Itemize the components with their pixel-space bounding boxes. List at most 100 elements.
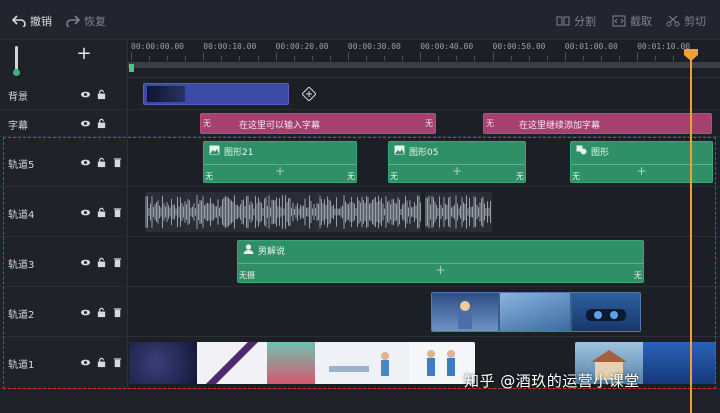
clip-edge-label: 无 [425, 119, 433, 128]
ruler-tick [311, 56, 313, 61]
ruler-tick [239, 56, 241, 61]
eye-icon[interactable] [80, 157, 91, 168]
ruler-tick [167, 56, 169, 61]
video-thumbnail [572, 293, 640, 331]
ruler-tick [474, 56, 476, 61]
cut-button[interactable]: 剪切 [666, 12, 706, 30]
playhead-handle-icon[interactable] [683, 48, 699, 62]
trash-icon[interactable] [112, 157, 123, 168]
playhead-line[interactable] [690, 50, 692, 413]
ruler-tick [149, 56, 151, 61]
ruler-tick [221, 56, 223, 61]
lock-icon[interactable] [96, 118, 107, 129]
shape-clip[interactable]: 图形05 + 无 无 [388, 141, 526, 183]
shapes-icon [576, 145, 587, 155]
ruler-tick-label: 00:00:50.00 [492, 42, 546, 51]
ruler-tick-label: 00:00:10.00 [203, 42, 257, 51]
crop-label: 截取 [630, 15, 652, 28]
lock-icon[interactable] [96, 89, 107, 100]
track-label-2: 轨道2 [0, 287, 128, 336]
lock-icon[interactable] [96, 157, 107, 168]
trash-icon[interactable] [112, 257, 123, 268]
ruler-tick [365, 56, 367, 61]
eye-icon[interactable] [80, 257, 91, 268]
split-button[interactable]: 分割 [556, 12, 596, 30]
ruler-tick [347, 52, 349, 61]
lock-icon[interactable] [96, 357, 107, 368]
ruler-track[interactable] [128, 62, 720, 68]
video-thumbnail [500, 293, 570, 331]
ruler-tick [384, 56, 386, 61]
eye-icon[interactable] [80, 207, 91, 218]
ruler-tick [420, 52, 422, 61]
ruler-tick [546, 56, 548, 61]
add-icon[interactable]: + [452, 165, 462, 177]
lock-icon[interactable] [96, 207, 107, 218]
ruler-tick-label: 00:01:00.00 [564, 42, 618, 51]
track-row-subtitle: 字幕 无 在这里可以输入字幕 无 无 在这里继续添加字幕 [0, 110, 720, 137]
clip-edge-label: 无 [203, 119, 211, 128]
start-marker[interactable] [129, 64, 134, 72]
add-icon[interactable]: + [435, 264, 445, 276]
ruler-tick-label: 00:00:20.00 [275, 42, 329, 51]
crop-button[interactable]: 截取 [612, 12, 652, 30]
trash-icon[interactable] [112, 207, 123, 218]
undo-button[interactable]: 撤销 [12, 12, 52, 30]
subtitle-text: 在这里继续添加字幕 [519, 121, 601, 131]
lock-icon[interactable] [96, 257, 107, 268]
redo-label: 恢复 [84, 15, 106, 28]
redo-icon [66, 15, 80, 27]
ruler-tick [528, 56, 530, 61]
add-icon[interactable]: + [636, 165, 646, 177]
eye-icon[interactable] [80, 307, 91, 318]
timeline-ruler[interactable]: 00:00:00.00 00:00:10.00 00:00:20.00 00:00:3… [128, 40, 720, 78]
narrator-clip[interactable]: 男解说 + 无摄 无 [237, 240, 644, 283]
subtitle-clip[interactable]: 无 在这里可以输入字幕 无 [200, 113, 436, 134]
audio-clip[interactable] [145, 192, 421, 232]
person-thumbnail [458, 301, 472, 329]
crop-icon [612, 15, 626, 27]
undo-label: 撤销 [30, 15, 52, 28]
cut-label: 剪切 [684, 15, 706, 28]
video-clip[interactable] [129, 342, 475, 384]
ruler-tick [438, 56, 440, 61]
video-thumbnail [432, 293, 498, 331]
add-track-button[interactable]: + [76, 45, 92, 63]
add-icon[interactable]: + [275, 165, 285, 177]
track-row-5: 轨道5 图形21 + 无 无 图形05 + 无 无 图形 + 无 [0, 137, 720, 187]
background-clip[interactable] [143, 83, 289, 105]
eye-icon[interactable] [80, 118, 91, 129]
ruler-tick [203, 52, 205, 61]
trash-icon[interactable] [112, 357, 123, 368]
ruler-tick [456, 56, 458, 61]
redo-button[interactable]: 恢复 [66, 12, 106, 30]
split-icon [556, 16, 570, 26]
ruler-tick [582, 56, 584, 61]
subtitle-clip[interactable]: 无 在这里继续添加字幕 [483, 113, 712, 134]
track-label-1: 轨道1 [0, 337, 128, 388]
video-thumbnail [643, 342, 716, 384]
zoom-slider-handle[interactable] [13, 69, 20, 76]
clip-edge-label: 无 [516, 172, 524, 181]
track-name: 轨道5 [8, 160, 35, 171]
scissors-icon [666, 15, 680, 27]
clip-title: 男解说 [258, 247, 286, 257]
shape-clip[interactable]: 图形21 + 无 无 [203, 141, 357, 183]
video-clip[interactable] [431, 292, 641, 332]
toolbar: 撤销 恢复 分割 截取 剪切 [0, 0, 720, 40]
clip-edge-label: 无 [634, 271, 642, 280]
timeline-footer [0, 389, 720, 413]
image-icon [209, 145, 220, 155]
lock-icon[interactable] [96, 307, 107, 318]
ruler-tick [131, 52, 132, 61]
ruler-tick [510, 56, 512, 61]
track-label-subtitle: 字幕 [0, 110, 128, 136]
audio-clip[interactable] [425, 192, 492, 232]
add-keyframe-icon[interactable] [302, 87, 316, 101]
eye-icon[interactable] [80, 89, 91, 100]
clip-edge-label: 无 [347, 172, 355, 181]
trash-icon[interactable] [112, 307, 123, 318]
eye-icon[interactable] [80, 357, 91, 368]
ruler-tick [329, 56, 331, 61]
ruler-tick [637, 52, 639, 61]
